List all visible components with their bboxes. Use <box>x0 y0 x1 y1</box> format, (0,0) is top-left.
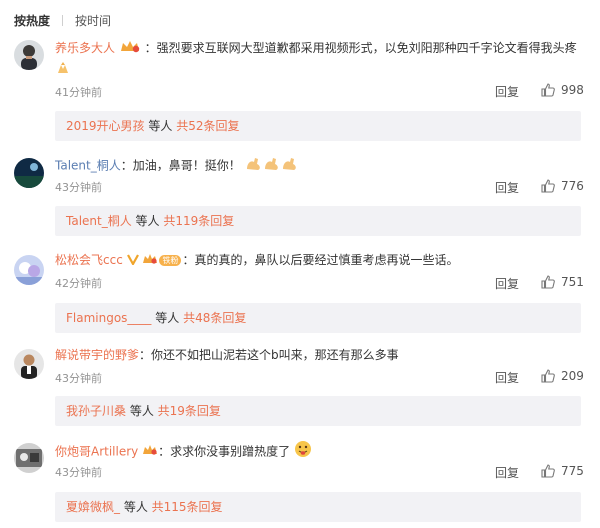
like-button[interactable]: 776 <box>541 179 584 193</box>
avatar[interactable] <box>14 40 44 70</box>
tongue-face-emoji-icon <box>294 440 312 464</box>
sub-reply-user[interactable]: Talent_桐人 <box>66 214 132 228</box>
reply-button[interactable]: 回复 <box>495 369 519 386</box>
like-count: 209 <box>561 369 584 383</box>
like-count: 751 <box>561 275 584 289</box>
like-button[interactable]: 751 <box>541 275 584 289</box>
like-button[interactable]: 775 <box>541 464 584 478</box>
sort-bar: 按热度 按时间 <box>14 10 111 30</box>
avatar[interactable] <box>14 349 44 379</box>
sub-reply-user[interactable]: 2019开心男孩 <box>66 119 145 133</box>
sub-reply-box[interactable]: 夏媕微枫_ 等人 共115条回复 <box>55 492 581 522</box>
emoji-pray <box>55 60 71 79</box>
comment-content: 你炮哥Artillery ：求求你没事别蹭热度了 <box>55 440 575 464</box>
comment-item: 解说带宇的野爹：你还不如把山泥若这个b叫来，那还有那么多事 43分钟前 回复 2… <box>0 345 600 435</box>
sub-reply-mid: 等人 <box>126 404 158 418</box>
sort-by-time-tab[interactable]: 按时间 <box>75 12 111 29</box>
fan-tag: 铁粉 <box>159 255 182 266</box>
thumbs-up-icon <box>541 179 555 193</box>
sub-reply-user[interactable]: 夏媕微枫_ <box>66 500 120 514</box>
avatar[interactable] <box>14 443 44 473</box>
sub-reply-total[interactable]: 共52条回复 <box>176 119 239 133</box>
reply-button[interactable]: 回复 <box>495 83 519 100</box>
thumbs-up-icon <box>541 369 555 383</box>
comment-text: ：求求你没事别蹭热度了 <box>158 444 291 459</box>
comment-username[interactable]: 养乐多大人 <box>55 41 115 55</box>
comment-item: 你炮哥Artillery ：求求你没事别蹭热度了 43分钟前 回复 775 夏媕… <box>0 440 600 528</box>
sub-reply-total[interactable]: 共119条回复 <box>163 214 234 228</box>
sub-reply-mid: 等人 <box>151 311 184 325</box>
verified-v-icon <box>126 251 139 271</box>
sub-reply-total[interactable]: 共19条回复 <box>158 404 221 418</box>
sort-by-hot-tab[interactable]: 按热度 <box>14 12 50 29</box>
comment-item: Talent_桐人：加油，鼻哥！挺你！ 43分钟前 回复 776 Talent_… <box>0 155 600 245</box>
comment-time: 43分钟前 <box>55 466 102 479</box>
avatar[interactable] <box>14 255 44 285</box>
sub-reply-user[interactable]: 我孙子川桑 <box>66 404 126 418</box>
comment-username[interactable]: 你炮哥Artillery <box>55 445 138 459</box>
member-crown-icon <box>119 39 141 59</box>
comment-text: ：强烈要求互联网大型道歉都采用视频形式，以免刘阳那种四千字论文看得我头疼 <box>144 41 577 55</box>
comment-username[interactable]: 解说带宇的野爹 <box>55 348 139 362</box>
thumbs-up-icon <box>541 275 555 289</box>
comment-content: 松松会飞ccc 铁粉 ：真的真的，鼻队以后要经过慎重考虑再说一些话。 <box>55 250 575 271</box>
reply-button[interactable]: 回复 <box>495 275 519 292</box>
comment-item: 养乐多大人 ：强烈要求互联网大型道歉都采用视频形式，以免刘阳那种四千字论文看得我… <box>0 38 600 148</box>
sub-reply-user[interactable]: Flamingos____ <box>66 311 151 325</box>
comment-time: 42分钟前 <box>55 277 102 290</box>
sub-reply-mid: 等人 <box>144 119 177 133</box>
sort-divider <box>62 14 64 26</box>
comment-item: 松松会飞ccc 铁粉 ：真的真的，鼻队以后要经过慎重考虑再说一些话。 42分钟前 … <box>0 250 600 340</box>
comment-time: 43分钟前 <box>55 372 102 385</box>
member-crown-icon <box>142 442 158 462</box>
comment-content: 解说带宇的野爹：你还不如把山泥若这个b叫来，那还有那么多事 <box>55 345 575 365</box>
sub-reply-box[interactable]: 我孙子川桑 等人 共19条回复 <box>55 396 581 426</box>
like-count: 776 <box>561 179 584 193</box>
like-button[interactable]: 998 <box>541 83 584 97</box>
comment-text: ：真的真的，鼻队以后要经过慎重考虑再说一些话。 <box>182 253 459 267</box>
sub-reply-box[interactable]: Talent_桐人 等人 共119条回复 <box>55 206 581 236</box>
comment-username[interactable]: 松松会飞ccc <box>55 253 123 267</box>
thumbs-up-icon <box>541 83 555 97</box>
sub-reply-total[interactable]: 共48条回复 <box>183 311 246 325</box>
muscle-emoji-icon <box>245 155 299 177</box>
comment-text: ：你还不如把山泥若这个b叫来，那还有那么多事 <box>139 348 399 362</box>
comment-time: 43分钟前 <box>55 181 102 194</box>
comment-content: 养乐多大人 ：强烈要求互联网大型道歉都采用视频形式，以免刘阳那种四千字论文看得我… <box>55 38 577 59</box>
comment-time: 41分钟前 <box>55 86 102 99</box>
sub-reply-mid: 等人 <box>120 500 152 514</box>
sub-reply-box[interactable]: 2019开心男孩 等人 共52条回复 <box>55 111 581 141</box>
like-count: 775 <box>561 464 584 478</box>
sub-reply-mid: 等人 <box>131 214 164 228</box>
like-count: 998 <box>561 83 584 97</box>
comment-text: ：加油，鼻哥！挺你！ <box>120 158 241 173</box>
like-button[interactable]: 209 <box>541 369 584 383</box>
avatar[interactable] <box>14 158 44 188</box>
thumbs-up-icon <box>541 464 555 478</box>
comment-username[interactable]: Talent_桐人 <box>55 159 121 173</box>
reply-button[interactable]: 回复 <box>495 464 519 481</box>
sub-reply-total[interactable]: 共115条回复 <box>152 500 223 514</box>
sub-reply-box[interactable]: Flamingos____ 等人 共48条回复 <box>55 303 581 333</box>
comment-content: Talent_桐人：加油，鼻哥！挺你！ <box>55 155 575 177</box>
reply-button[interactable]: 回复 <box>495 179 519 196</box>
member-crown-icon <box>142 251 158 271</box>
